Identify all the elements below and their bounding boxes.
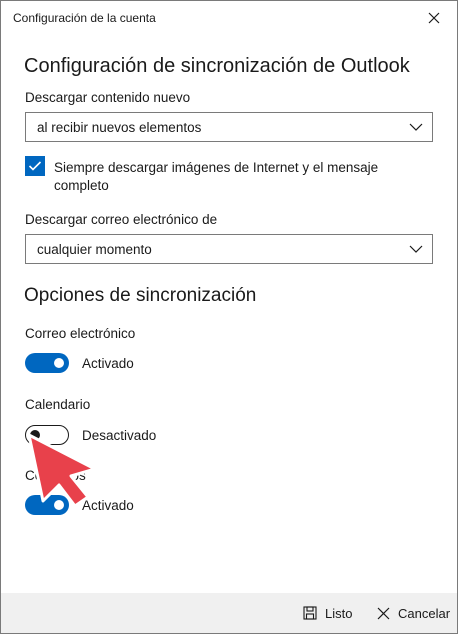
download-content-label: Descargar contenido nuevo — [25, 90, 191, 105]
email-sync-toggle[interactable] — [25, 353, 69, 373]
toggle-knob — [54, 358, 64, 368]
title-bar: Configuración de la cuenta — [1, 1, 457, 35]
account-settings-window: Configuración de la cuenta Configuración… — [0, 0, 458, 634]
x-icon — [377, 607, 390, 619]
cancel-label: Cancelar — [398, 605, 451, 621]
download-email-from-dropdown[interactable]: cualquier momento — [25, 234, 433, 264]
download-images-checkbox[interactable] — [25, 156, 45, 176]
email-sync-state: Activado — [82, 356, 134, 371]
sync-settings-heading: Configuración de sincronización de Outlo… — [24, 55, 410, 77]
pointer-arrow-icon — [27, 433, 97, 508]
dialog-footer: Listo Cancelar — [1, 593, 457, 633]
sync-options-heading: Opciones de sincronización — [24, 285, 257, 306]
download-content-dropdown[interactable]: al recibir nuevos elementos — [25, 112, 433, 142]
cancel-button[interactable]: Cancelar — [377, 593, 450, 633]
download-images-label: Siempre descargar imágenes de Internet y… — [54, 160, 379, 193]
done-label: Listo — [325, 605, 353, 621]
close-button[interactable] — [419, 5, 449, 31]
save-icon — [303, 606, 317, 620]
done-button[interactable]: Listo — [303, 593, 352, 633]
calendar-sync-label: Calendario — [25, 397, 91, 412]
download-content-value: al recibir nuevos elementos — [37, 119, 202, 135]
close-icon — [428, 12, 440, 24]
window-title: Configuración de la cuenta — [13, 11, 156, 25]
download-email-from-value: cualquier momento — [37, 241, 152, 257]
check-icon — [28, 161, 42, 171]
download-email-from-label: Descargar correo electrónico de — [25, 212, 218, 227]
chevron-down-icon — [409, 245, 423, 253]
chevron-down-icon — [409, 123, 423, 131]
email-sync-label: Correo electrónico — [25, 326, 136, 341]
